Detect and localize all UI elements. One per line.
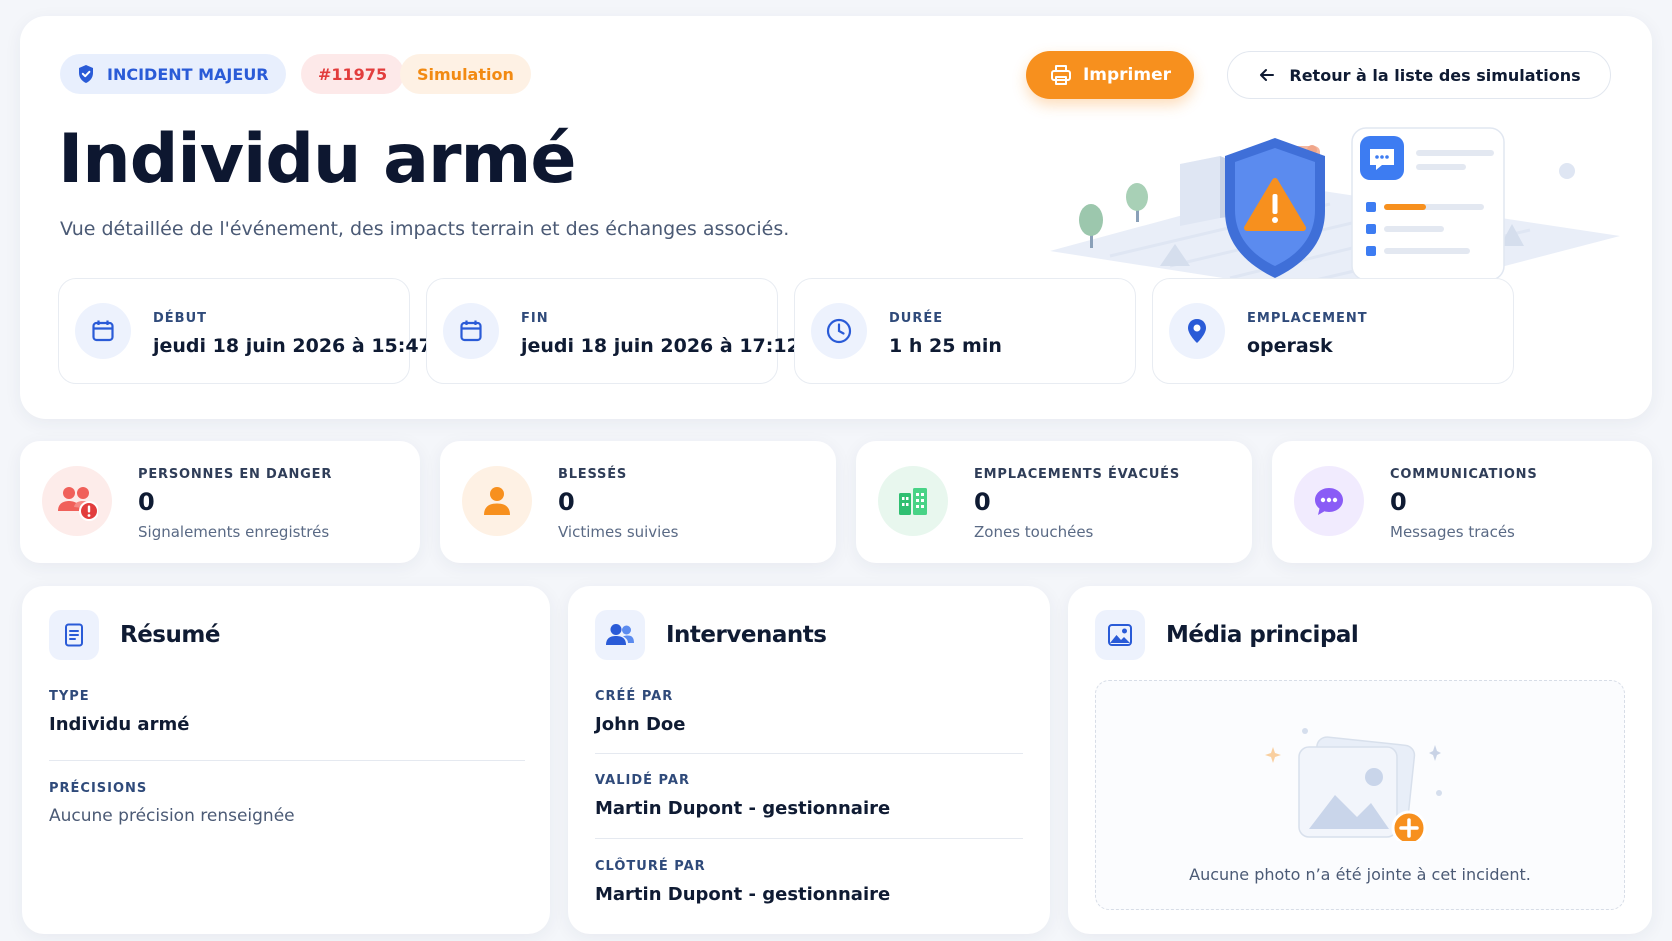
person-icon (462, 466, 532, 536)
people-alert-icon (42, 466, 112, 536)
validated-by-label: VALIDÉ PAR (595, 773, 690, 788)
stat-card-people-in-danger: PERSONNES EN DANGER 0 Signalements enreg… (20, 441, 420, 563)
document-icon (49, 610, 99, 660)
calendar-icon (75, 303, 131, 359)
type-value: Individu armé (49, 714, 190, 735)
divider (595, 838, 1023, 839)
page-title: Individu armé (58, 120, 576, 199)
validated-by-value: Martin Dupont - gestionnaire (595, 798, 891, 819)
page-subtitle: Vue détaillée de l'événement, des impact… (60, 218, 790, 240)
stat-value: 0 (974, 488, 991, 516)
stat-label: EMPLACEMENTS ÉVACUÉS (974, 467, 1181, 482)
stat-label: PERSONNES EN DANGER (138, 467, 333, 482)
stat-label: BLESSÉS (558, 467, 628, 482)
arrow-left-icon (1260, 69, 1275, 81)
responders-title: Intervenants (666, 622, 827, 648)
location-value: operask (1247, 335, 1333, 357)
users-icon (595, 610, 645, 660)
print-button-label: Imprimer (1082, 65, 1172, 85)
shield-icon (79, 65, 93, 83)
summary-panel: Résumé TYPE Individu armé PRÉCISIONS Auc… (22, 586, 550, 934)
stat-value: 0 (138, 488, 155, 516)
responders-panel: Intervenants CRÉÉ PAR John Doe VALIDÉ PA… (568, 586, 1050, 934)
print-button[interactable]: Imprimer (1026, 51, 1194, 99)
end-label: FIN (521, 311, 549, 326)
stat-card-evacuated-locations: EMPLACEMENTS ÉVACUÉS 0 Zones touchées (856, 441, 1252, 563)
location-pin-icon (1169, 303, 1225, 359)
summary-title: Résumé (120, 622, 220, 648)
info-card-duration: DURÉE 1 h 25 min (794, 278, 1136, 384)
calendar-icon (443, 303, 499, 359)
stat-card-injured: BLESSÉS 0 Victimes suivies (440, 441, 836, 563)
incident-severity-badge: INCIDENT MAJEUR (60, 54, 286, 94)
buildings-icon (878, 466, 948, 536)
media-dropzone[interactable]: Aucune photo n’a été jointe à cet incide… (1095, 680, 1625, 910)
clock-icon (811, 303, 867, 359)
image-icon (1095, 610, 1145, 660)
back-to-simulations-button[interactable]: Retour à la liste des simulations (1227, 51, 1611, 99)
incident-id-badge: #11975 (301, 54, 405, 94)
chat-icon (1294, 466, 1364, 536)
precisions-value: Aucune précision renseignée (49, 806, 295, 826)
closed-by-label: CLÔTURÉ PAR (595, 859, 706, 874)
back-button-label: Retour à la liste des simulations (1289, 65, 1581, 85)
duration-value: 1 h 25 min (889, 335, 1002, 357)
info-card-end: FIN jeudi 18 juin 2026 à 17:12 (426, 278, 800, 384)
precisions-label: PRÉCISIONS (49, 781, 148, 796)
add-photo-icon (1265, 728, 1442, 841)
stat-value: 0 (1390, 488, 1407, 516)
stat-label: COMMUNICATIONS (1390, 467, 1538, 482)
incident-severity-label: INCIDENT MAJEUR (107, 64, 269, 84)
stat-value: 0 (558, 488, 575, 516)
start-label: DÉBUT (153, 311, 208, 326)
incident-header-card: INCIDENT MAJEUR #11975 Simulation Indivi… (20, 16, 1652, 419)
stat-caption: Zones touchées (974, 523, 1094, 541)
media-empty-text: Aucune photo n’a été jointe à cet incide… (1189, 865, 1531, 884)
incident-illustration (1050, 127, 1620, 296)
media-panel: Média principal Aucune photo n’a été joi… (1068, 586, 1652, 934)
end-value: jeudi 18 juin 2026 à 17:12 (521, 335, 800, 357)
stat-caption: Messages tracés (1390, 523, 1515, 541)
duration-label: DURÉE (889, 311, 944, 326)
created-by-label: CRÉÉ PAR (595, 689, 674, 704)
media-title: Média principal (1166, 622, 1359, 648)
stat-caption: Signalements enregistrés (138, 523, 330, 541)
closed-by-value: Martin Dupont - gestionnaire (595, 884, 891, 905)
stat-caption: Victimes suivies (558, 523, 679, 541)
stat-card-communications: COMMUNICATIONS 0 Messages tracés (1272, 441, 1652, 563)
divider (49, 760, 525, 761)
created-by-value: John Doe (595, 714, 686, 735)
divider (595, 753, 1023, 754)
simulation-badge: Simulation (400, 54, 531, 94)
start-value: jeudi 18 juin 2026 à 15:47 (153, 335, 432, 357)
info-card-start: DÉBUT jeudi 18 juin 2026 à 15:47 (58, 278, 432, 384)
location-label: EMPLACEMENT (1247, 311, 1368, 326)
info-card-location: EMPLACEMENT operask (1152, 278, 1514, 384)
printer-icon (1050, 65, 1071, 85)
type-label: TYPE (49, 689, 90, 704)
